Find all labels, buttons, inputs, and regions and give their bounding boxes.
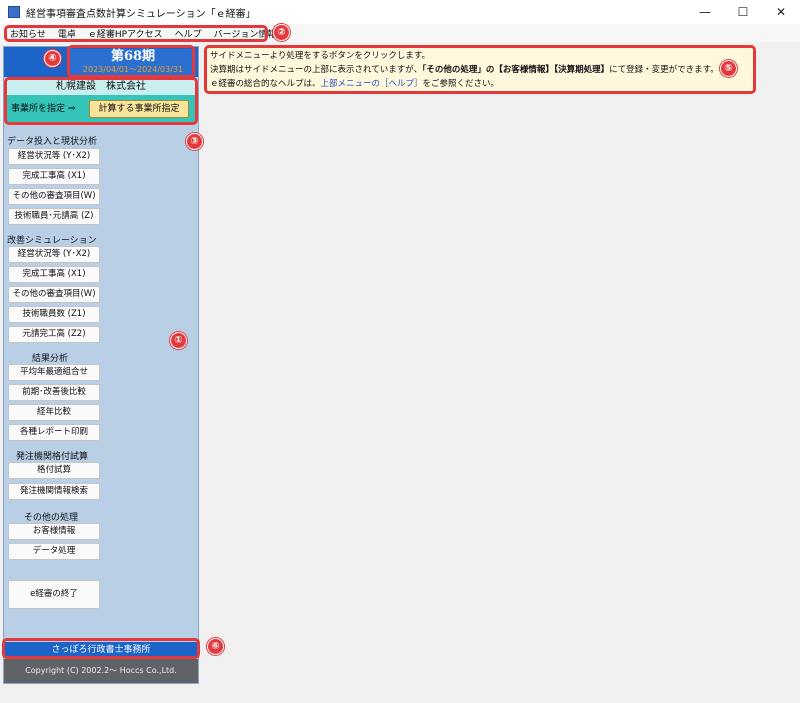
btn-sim-completed-x1[interactable]: 完成工事高 (X1) <box>8 266 100 283</box>
exit-button[interactable]: e経審の終了 <box>8 580 100 609</box>
btn-sim-prime-z2[interactable]: 元請完工高 (Z2) <box>8 326 100 343</box>
highlight-period <box>67 45 195 78</box>
btn-data-tech-z[interactable]: 技術職員･元請高 (Z) <box>8 208 100 225</box>
main-area <box>204 44 798 684</box>
highlight-footer <box>2 638 200 659</box>
title-bar: 経営事項審査点数計算シミュレーション「ｅ経審」 — ☐ ✕ <box>0 0 800 24</box>
btn-data-other-w[interactable]: その他の審査項目(W) <box>8 188 100 205</box>
btn-data-management-yx2[interactable]: 経営状況等 (Y･X2) <box>8 148 100 165</box>
window-title: 経営事項審査点数計算シミュレーション「ｅ経審」 <box>26 8 256 20</box>
window-controls: — ☐ ✕ <box>686 0 800 24</box>
maximize-button[interactable]: ☐ <box>724 0 762 24</box>
btn-sim-tech-z1[interactable]: 技術職員数 (Z1) <box>8 306 100 323</box>
btn-print-reports[interactable]: 各種レポート印刷 <box>8 424 100 441</box>
btn-avg-optimal[interactable]: 平均年最適組合せ <box>8 364 100 381</box>
badge-5: ⑤ <box>720 60 737 77</box>
section-title-rating: 発注機関格付試算 <box>16 452 89 462</box>
btn-data-processing[interactable]: データ処理 <box>8 543 100 560</box>
highlight-menu <box>4 25 268 42</box>
close-button[interactable]: ✕ <box>762 0 800 24</box>
btn-agency-search[interactable]: 発注機関情報検索 <box>8 483 100 500</box>
btn-sim-other-w[interactable]: その他の審査項目(W) <box>8 286 100 303</box>
badge-4: ④ <box>44 50 61 67</box>
sidebar: 第68期 2023/04/01～2024/03/31 札幌建設 株式会社 事業所… <box>3 46 199 684</box>
badge-3: ③ <box>186 133 203 150</box>
copyright: Copyright (C) 2002.2～ Hoccs Co.,Ltd. <box>4 659 198 683</box>
section-title-data-input: データ投入と現状分析 <box>7 137 98 147</box>
btn-sim-management-yx2[interactable]: 経営状況等 (Y･X2) <box>8 246 100 263</box>
section-title-analysis: 結果分析 <box>32 354 69 364</box>
minimize-button[interactable]: — <box>686 0 724 24</box>
badge-2: ② <box>273 24 290 41</box>
highlight-info <box>204 45 756 94</box>
btn-compare-prev[interactable]: 前期･改善後比較 <box>8 384 100 401</box>
badge-6: ⑥ <box>207 638 224 655</box>
btn-customer-info[interactable]: お客様情報 <box>8 523 100 540</box>
highlight-company <box>4 77 198 125</box>
btn-rating-calc[interactable]: 格付試算 <box>8 462 100 479</box>
btn-compare-years[interactable]: 経年比較 <box>8 404 100 421</box>
section-title-simulation: 改善シミュレーション <box>7 236 97 246</box>
badge-1: ① <box>170 332 187 349</box>
btn-data-completed-x1[interactable]: 完成工事高 (X1) <box>8 168 100 185</box>
section-title-other: その他の処理 <box>24 513 79 523</box>
app-icon <box>8 6 20 18</box>
